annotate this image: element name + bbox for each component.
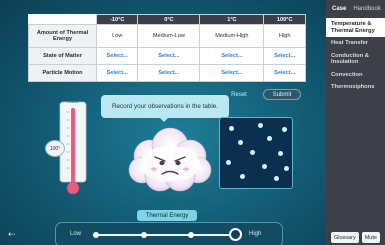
simulation-area: -10°C 0°C 1°C 100°C Amount of Thermal En… <box>0 0 326 245</box>
column-header: 0°C <box>137 14 201 25</box>
slider-handle[interactable] <box>229 228 242 241</box>
particle <box>250 150 255 155</box>
state-select[interactable]: Select... <box>137 47 201 65</box>
particle <box>238 140 243 145</box>
table-cell: Medium-High <box>199 24 265 48</box>
sidebar-item-temperature[interactable]: Temperature & Thermal Energy <box>326 18 385 37</box>
particle <box>284 166 289 171</box>
particle <box>274 176 279 181</box>
particle <box>262 164 267 169</box>
table-row: Particle Motion Select... Select... Sele… <box>28 64 306 82</box>
row-header: Particle Motion <box>28 64 97 82</box>
table-cell: High <box>263 24 306 48</box>
thermometer-unit: Celsius <box>67 100 79 104</box>
state-select[interactable]: Select... <box>95 47 139 65</box>
slider-stop[interactable] <box>188 232 194 238</box>
back-arrow-icon[interactable]: ⇠ <box>8 229 16 240</box>
particle <box>226 160 231 165</box>
glossary-button[interactable]: Glossary <box>331 232 359 243</box>
motion-select[interactable]: Select... <box>199 64 265 82</box>
sidebar-item-convection[interactable]: Convection <box>326 69 385 82</box>
slider-track[interactable] <box>95 234 236 236</box>
row-header: State of Matter <box>28 47 97 65</box>
table-row: Amount of Thermal Energy Low Medium-Low … <box>28 24 306 48</box>
temperature-reading: 100° <box>45 140 65 157</box>
state-select[interactable]: Select... <box>263 47 306 65</box>
column-header: 100°C <box>263 14 306 25</box>
table-corner <box>29 15 97 25</box>
sidebar-item-thermosiphons[interactable]: Thermosiphons <box>326 81 385 94</box>
state-select[interactable]: Select... <box>199 47 265 65</box>
particle <box>229 126 234 131</box>
instruction-tooltip: Record your observations in the table. <box>101 95 229 122</box>
slider-title: Thermal Energy <box>137 210 197 221</box>
particle <box>240 174 245 179</box>
tab-case[interactable]: Case <box>332 6 346 12</box>
column-header: -10°C <box>95 14 139 25</box>
table-cell: Low <box>95 24 139 48</box>
observation-table: -10°C 0°C 1°C 100°C Amount of Thermal En… <box>28 14 306 82</box>
sidebar-item-conduction[interactable]: Conduction & Insulation <box>326 50 385 69</box>
particle <box>282 127 287 132</box>
slider-high-label: High <box>249 231 262 237</box>
particle-view <box>219 117 293 189</box>
table-row: State of Matter Select... Select... Sele… <box>28 47 306 65</box>
steam-cloud-character <box>128 127 212 192</box>
submit-button[interactable]: Submit <box>263 89 301 100</box>
table-cell: Medium-Low <box>137 24 201 48</box>
motion-select[interactable]: Select... <box>263 64 306 82</box>
sidebar-footer: Glossary Mute <box>331 232 380 243</box>
motion-select[interactable]: Select... <box>95 64 139 82</box>
sidebar-tabs: Case Handbook <box>326 0 385 18</box>
row-header: Amount of Thermal Energy <box>28 24 97 48</box>
slider-low-label: Low <box>70 231 82 237</box>
particle <box>267 136 272 141</box>
mute-button[interactable]: Mute <box>361 232 380 243</box>
column-header: 1°C <box>199 14 265 25</box>
sidebar: Case Handbook Temperature & Thermal Ener… <box>326 0 385 245</box>
tab-handbook[interactable]: Handbook <box>353 6 380 12</box>
particle <box>258 123 263 128</box>
slider-stop[interactable] <box>141 232 147 238</box>
slider-stop[interactable] <box>93 232 99 238</box>
sidebar-item-heat-transfer[interactable]: Heat Transfer <box>326 37 385 50</box>
particle <box>278 151 283 156</box>
motion-select[interactable]: Select... <box>137 64 201 82</box>
